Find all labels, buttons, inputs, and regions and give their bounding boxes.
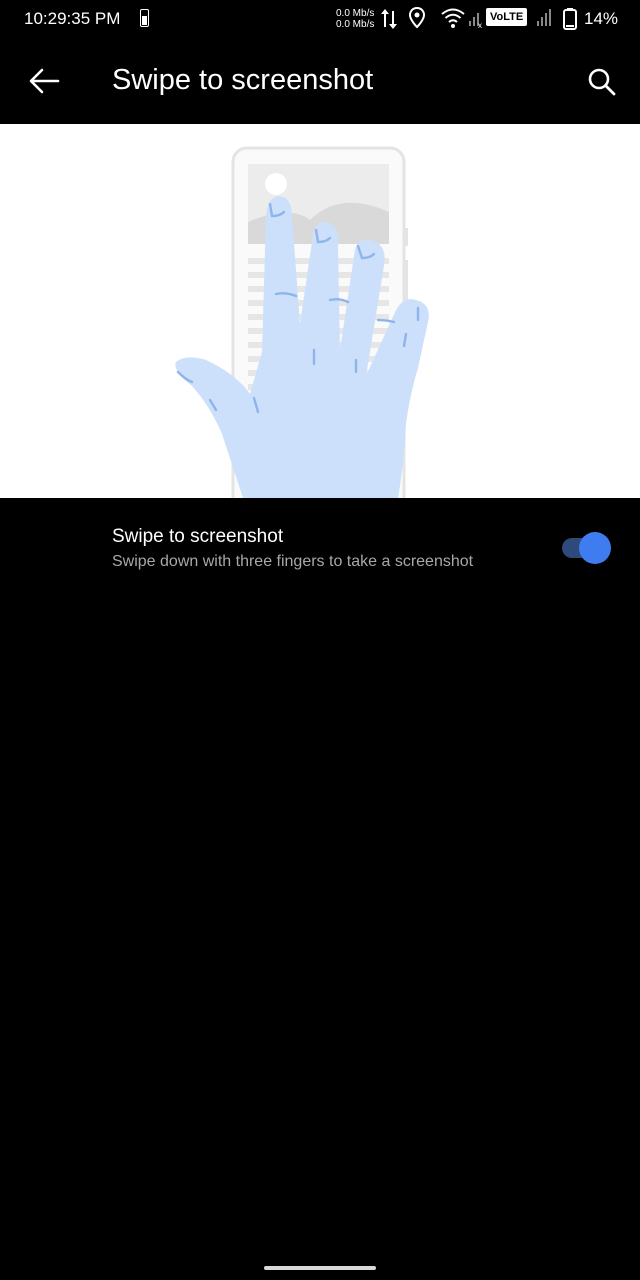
battery-icon — [563, 8, 577, 30]
arrow-back-icon — [29, 68, 60, 94]
volte-badge: VoLTE — [486, 8, 528, 26]
back-button[interactable] — [24, 62, 64, 102]
gesture-illustration — [0, 124, 640, 498]
speed-up-text: 0.0 Mb/s — [336, 8, 375, 19]
search-button[interactable] — [582, 62, 622, 102]
data-arrows-icon — [381, 9, 397, 29]
toggle-thumb — [579, 532, 611, 564]
speed-down-text: 0.0 Mb/s — [336, 19, 375, 30]
status-bar: 10:29:35 PM 0.0 Mb/s 0.0 Mb/s x VoLTE 14… — [0, 0, 640, 38]
swipe-to-screenshot-toggle[interactable] — [560, 532, 612, 564]
home-indicator[interactable] — [264, 1266, 376, 1270]
mobile-signal-icon — [537, 9, 551, 26]
network-speed: 0.0 Mb/s 0.0 Mb/s — [336, 8, 374, 30]
location-icon — [408, 7, 426, 29]
swipe-to-screenshot-setting[interactable]: Swipe to screenshot Swipe down with thre… — [0, 510, 640, 590]
search-icon — [588, 68, 616, 96]
svg-text:x: x — [478, 21, 482, 29]
status-time: 10:29:35 PM — [24, 9, 121, 28]
mobile-signal-icon: x — [469, 13, 482, 29]
page-title: Swipe to screenshot — [112, 64, 374, 96]
app-bar: Swipe to screenshot — [0, 38, 640, 124]
wifi-icon — [441, 8, 465, 28]
setting-subtitle: Swipe down with three fingers to take a … — [112, 553, 474, 570]
battery-saver-icon — [140, 9, 149, 27]
setting-title: Swipe to screenshot — [112, 526, 284, 547]
three-finger-swipe-illustration — [175, 146, 429, 498]
battery-percent: 14% — [584, 9, 619, 28]
